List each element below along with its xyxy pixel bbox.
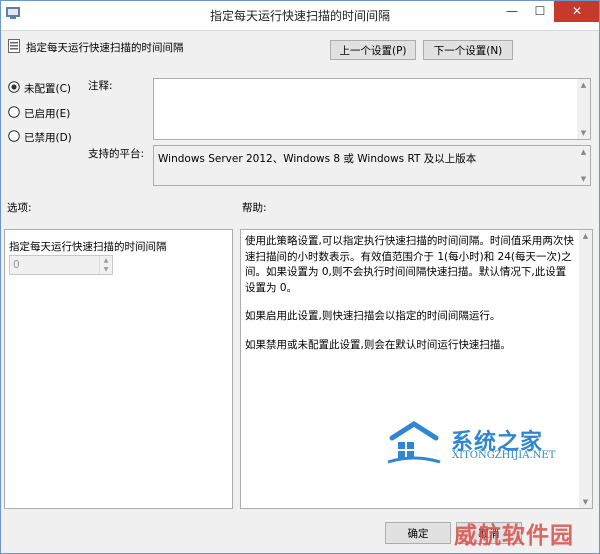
platform-box: Windows Server 2012、Windows 8 或 Windows … <box>153 145 591 186</box>
maximize-button[interactable]: ☐ <box>526 0 554 22</box>
help-paragraph: 如果启用此设置,则快速扫描会以指定的时间间隔运行。 <box>245 310 501 322</box>
scroll-up-icon[interactable]: ▲ <box>577 146 590 158</box>
interval-spinbox[interactable]: 0 ▲ ▼ <box>9 255 113 275</box>
options-panel: 指定每天运行快速扫描的时间间隔 0 ▲ ▼ <box>4 229 233 509</box>
radio-label-not-configured[interactable]: 未配置(C) <box>24 81 71 96</box>
policy-name: 指定每天运行快速扫描的时间间隔 <box>26 42 184 54</box>
help-section-label: 帮助: <box>242 202 267 214</box>
platform-label: 支持的平台: <box>88 148 145 160</box>
comment-label: 注释: <box>88 80 113 92</box>
radio-enabled[interactable] <box>8 106 20 118</box>
help-paragraph: 使用此策略设置,可以指定执行快速扫描的时间间隔。时间值采用两次快速扫描间的小时数… <box>245 235 574 294</box>
interval-value: 0 <box>13 259 20 271</box>
platform-value: Windows Server 2012、Windows 8 或 Windows … <box>158 153 477 165</box>
maximize-icon: ☐ <box>534 4 546 18</box>
scroll-up-icon[interactable]: ▲ <box>579 230 592 242</box>
platform-scrollbar[interactable]: ▲ ▼ <box>577 146 590 185</box>
help-paragraph: 如果禁用或未配置此设置,则会在默认时间运行快速扫描。 <box>245 338 511 351</box>
ok-button[interactable]: 确定 <box>385 522 451 544</box>
help-scrollbar[interactable]: ▲ ▼ <box>579 230 592 508</box>
scroll-down-icon[interactable]: ▼ <box>577 173 590 185</box>
radio-not-configured[interactable] <box>8 81 20 93</box>
spin-up-icon[interactable]: ▲ <box>100 256 112 265</box>
help-text: 使用此策略设置,可以指定执行快速扫描的时间间隔。时间值采用两次快速扫描间的小时数… <box>245 234 576 366</box>
comment-scrollbar[interactable]: ▲ ▼ <box>577 79 590 139</box>
scroll-down-icon[interactable]: ▼ <box>577 127 590 139</box>
interval-field-label: 指定每天运行快速扫描的时间间隔 <box>9 241 167 253</box>
minimize-button[interactable]: — <box>498 0 526 22</box>
next-setting-button[interactable]: 下一个设置(N) <box>423 40 513 60</box>
options-section-label: 选项: <box>7 202 32 214</box>
scroll-down-icon[interactable]: ▼ <box>579 496 592 508</box>
radio-disabled[interactable] <box>8 130 20 142</box>
spin-down-icon[interactable]: ▼ <box>100 265 112 274</box>
minimize-icon: — <box>506 4 518 18</box>
watermark-url: XITONGZHIJIA.NET <box>452 450 556 461</box>
radio-label-enabled[interactable]: 已启用(E) <box>24 106 70 121</box>
comment-textarea[interactable]: ▲ ▼ <box>153 78 591 140</box>
previous-setting-button[interactable]: 上一个设置(P) <box>330 40 416 60</box>
close-button[interactable]: ✕ <box>554 0 600 22</box>
close-icon: ✕ <box>571 4 583 18</box>
scroll-up-icon[interactable]: ▲ <box>577 79 590 91</box>
watermark-secondary: 威航软件园 <box>454 523 574 549</box>
title-bar: 指定每天运行快速扫描的时间间隔 — ☐ ✕ <box>0 0 600 31</box>
spinner-arrows[interactable]: ▲ ▼ <box>99 256 112 274</box>
watermark-logo-icon <box>387 421 441 464</box>
policy-setting-icon <box>8 39 20 53</box>
radio-label-disabled[interactable]: 已禁用(D) <box>24 130 72 145</box>
